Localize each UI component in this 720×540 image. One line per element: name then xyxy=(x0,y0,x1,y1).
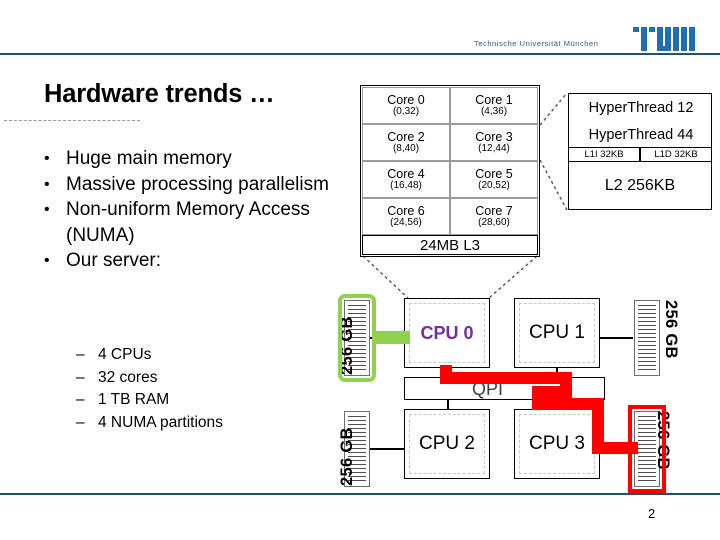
core-thread-ids: (16,48) xyxy=(390,180,422,192)
memory-label-top-right: 256 GB xyxy=(662,300,680,359)
core-cell: Core 7 (28,60) xyxy=(450,198,538,235)
slide-canvas: Technische Universität München 2 Hardwar… xyxy=(0,0,720,540)
local-access-arrow xyxy=(372,331,410,344)
remote-path-seg-1 xyxy=(440,372,572,384)
remote-path-seg-6 xyxy=(592,398,604,444)
wire-mem2-cpu2 xyxy=(368,448,408,450)
memory-bank-top-right xyxy=(634,300,660,376)
l2-cache-label: L2 256KB xyxy=(604,176,676,194)
core-thread-ids: (4,36) xyxy=(480,106,508,118)
local-access-highlight xyxy=(338,294,376,382)
core-cell: Core 5 (20,52) xyxy=(450,161,538,198)
hyperthread-separator xyxy=(4,120,140,121)
cpu-3-box: CPU 3 xyxy=(514,409,600,479)
core-label: Core 7 xyxy=(475,203,513,218)
cpu-1-label: CPU 1 xyxy=(519,303,595,363)
l1i-cache-cell: L1I 32KB xyxy=(568,147,640,162)
cpu-1-box: CPU 1 xyxy=(514,298,600,368)
remote-path-seg-7 xyxy=(592,442,638,454)
core-label: Core 1 xyxy=(475,92,513,107)
hyperthread-row: HyperThread 12 xyxy=(569,94,713,121)
l3-cache-box: 24MB L3 xyxy=(362,235,538,255)
core-thread-ids: (12,44) xyxy=(478,143,510,155)
core-label: Core 5 xyxy=(475,166,513,181)
core-thread-ids: (20,52) xyxy=(478,180,510,192)
core-cell: Core 0 (0,32) xyxy=(362,87,450,124)
cpu-3-label: CPU 3 xyxy=(519,414,595,474)
cpu-2-label: CPU 2 xyxy=(409,414,485,474)
core-label: Core 6 xyxy=(387,203,425,218)
l3-cache-label: 24MB L3 xyxy=(419,236,481,254)
cpu-2-box: CPU 2 xyxy=(404,409,490,479)
cpu-0-label: CPU 0 xyxy=(409,303,485,363)
core-thread-ids: (8,40) xyxy=(392,143,420,155)
core-grid: Core 0 (0,32) Core 1 (4,36) Core 2 (8,40… xyxy=(362,87,538,235)
hyperthread-label: HyperThread 12 xyxy=(588,99,694,116)
core-thread-ids: (0,32) xyxy=(392,106,420,118)
l1d-cache-cell: L1D 32KB xyxy=(640,147,712,162)
core-cell: Core 3 (12,44) xyxy=(450,124,538,161)
memory-chip-lines xyxy=(638,305,656,371)
core-thread-ids: (28,60) xyxy=(478,217,510,229)
core-label: Core 0 xyxy=(387,92,425,107)
memory-label-bottom-left: 256 GB xyxy=(338,427,356,486)
core-label: Core 2 xyxy=(387,129,425,144)
cpu-0-box: CPU 0 xyxy=(404,298,490,368)
hyperthread-row: HyperThread 44 xyxy=(569,121,713,148)
core-cell: Core 6 (24,56) xyxy=(362,198,450,235)
l2-cache-cell: L2 256KB xyxy=(568,162,712,210)
core-cell: Core 2 (8,40) xyxy=(362,124,450,161)
core-label: Core 3 xyxy=(475,129,513,144)
hyperthread-label: HyperThread 44 xyxy=(588,126,694,143)
core-thread-ids: (24,56) xyxy=(390,217,422,229)
core-cell: Core 1 (4,36) xyxy=(450,87,538,124)
wire-cpu1-mem1 xyxy=(597,337,633,339)
core-cell: Core 4 (16,48) xyxy=(362,161,450,198)
l1i-cache-label: L1I 32KB xyxy=(584,149,624,160)
core-label: Core 4 xyxy=(387,166,425,181)
l1d-cache-label: L1D 32KB xyxy=(654,149,698,160)
